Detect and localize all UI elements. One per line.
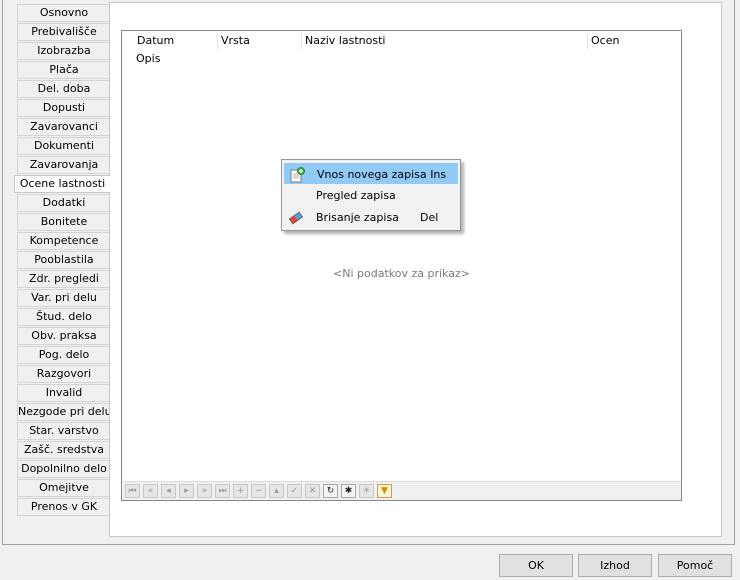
context-menu: Vnos novega zapisa Ins Pregled zapisa Br… [281, 159, 461, 231]
tab-kompetence[interactable]: Kompetence [17, 232, 110, 250]
tab-prebivališče[interactable]: Prebivališče [17, 23, 110, 41]
menu-item-label: Brisanje zapisa [316, 211, 399, 224]
column-header-datum[interactable]: Datum [134, 33, 218, 49]
tab-dodatki[interactable]: Dodatki [17, 194, 110, 212]
exit-button[interactable]: Izhod [578, 554, 652, 577]
column-header-naziv-lastnosti[interactable]: Naziv lastnosti [302, 33, 588, 49]
tab-pog-delo[interactable]: Pog. delo [17, 346, 110, 364]
tab-dopolnilno-delo[interactable]: Dopolnilno delo [17, 460, 110, 478]
tab-štud-delo[interactable]: Štud. delo [17, 308, 110, 326]
nav-next-button[interactable]: ▸ [179, 484, 194, 498]
nav-first-button[interactable]: ⏮ [125, 484, 140, 498]
tab-del-doba[interactable]: Del. doba [17, 80, 110, 98]
tab-dopusti[interactable]: Dopusti [17, 99, 110, 117]
nav-last-button[interactable]: ⏭ [215, 484, 230, 498]
tab-nezgode-pri-delu[interactable]: Nezgode pri delu [17, 403, 110, 421]
menu-item-new-record[interactable]: Vnos novega zapisa Ins [284, 163, 458, 184]
ok-button[interactable]: OK [499, 554, 573, 577]
nav-filter-button[interactable]: ▼ [377, 484, 392, 498]
tab-prenos-v-gk[interactable]: Prenos v GK [17, 498, 110, 516]
tab-osnovno[interactable]: Osnovno [17, 4, 110, 22]
tab-zdr-pregledi[interactable]: Zdr. pregledi [17, 270, 110, 288]
nav-goto-bookmark-button[interactable]: ✳ [359, 484, 374, 498]
tab-omejitve[interactable]: Omejitve [17, 479, 110, 497]
tab-zavarovanci[interactable]: Zavarovanci [17, 118, 110, 136]
nav-delete-button[interactable]: − [251, 484, 266, 498]
tab-strip: Osnovno Prebivališče Izobrazba Plača Del. do… [14, 4, 110, 517]
menu-item-label: Vnos novega zapisa Ins [317, 168, 447, 181]
column-header-ocena[interactable]: Ocena [588, 33, 620, 49]
tab-invalid[interactable]: Invalid [17, 384, 110, 402]
tab-razgovori[interactable]: Razgovori [17, 365, 110, 383]
nav-insert-button[interactable]: + [233, 484, 248, 498]
nav-edit-button[interactable]: ▴ [269, 484, 284, 498]
nav-next-page-button[interactable]: » [197, 484, 212, 498]
tab-ocene-lastnosti[interactable]: Ocene lastnosti [14, 175, 110, 193]
column-header-vrsta[interactable]: Vrsta [218, 33, 302, 49]
tab-zašč-sredstva[interactable]: Zašč. sredstva [17, 441, 110, 459]
menu-item-shortcut: Del [420, 211, 439, 224]
nav-bookmark-button[interactable]: ✱ [341, 484, 356, 498]
tab-bonitete[interactable]: Bonitete [17, 213, 110, 231]
tab-star-varstvo[interactable]: Star. varstvo [17, 422, 110, 440]
new-record-icon [289, 167, 305, 183]
nav-post-button[interactable]: ✓ [287, 484, 302, 498]
empty-grid-message: <Ni podatkov za prikaz> [333, 267, 470, 280]
grid-navigator: ⏮ «◂ ▸» ⏭ + − ▴ ✓ ✕ ↻ ✱ ✳ ▼ [122, 481, 681, 500]
menu-item-delete-record[interactable]: Brisanje zapisa Del [284, 207, 458, 228]
eraser-icon [288, 210, 304, 226]
menu-item-view-record[interactable]: Pregled zapisa [284, 185, 458, 206]
tab-pooblastila[interactable]: Pooblastila [17, 251, 110, 269]
tab-obv-praksa[interactable]: Obv. praksa [17, 327, 110, 345]
data-grid[interactable]: Datum Vrsta Naziv lastnosti Ocena Opis <… [121, 30, 682, 501]
column-header-opis[interactable]: Opis [136, 52, 160, 65]
tab-plača[interactable]: Plača [17, 61, 110, 79]
tab-zavarovanja[interactable]: Zavarovanja [17, 156, 110, 174]
nav-refresh-button[interactable]: ↻ [323, 484, 338, 498]
tab-var-pri-delu[interactable]: Var. pri delu [17, 289, 110, 307]
nav-prev-button[interactable]: ◂ [161, 484, 176, 498]
nav-cancel-button[interactable]: ✕ [305, 484, 320, 498]
tab-dokumenti[interactable]: Dokumenti [17, 137, 110, 155]
help-button[interactable]: Pomoč [658, 554, 732, 577]
tab-izobrazba[interactable]: Izobrazba [17, 42, 110, 60]
grid-header: Datum Vrsta Naziv lastnosti Ocena [122, 31, 681, 49]
nav-prev-page-button[interactable]: « [143, 484, 158, 498]
menu-item-label: Pregled zapisa [316, 189, 396, 202]
